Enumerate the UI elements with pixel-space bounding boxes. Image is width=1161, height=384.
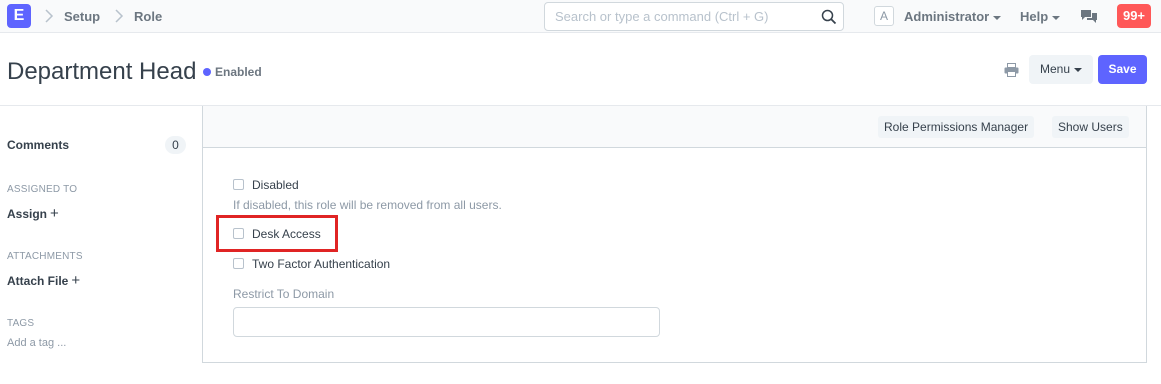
- breadcrumb-setup[interactable]: Setup: [64, 9, 100, 24]
- form-card: Role Permissions Manager Show Users Disa…: [202, 106, 1147, 363]
- restrict-to-domain-input[interactable]: [233, 307, 660, 337]
- user-dropdown[interactable]: Administrator: [904, 9, 1002, 24]
- chat-icon[interactable]: [1080, 9, 1098, 24]
- help-label: Help: [1020, 9, 1049, 24]
- attach-file-label: Attach File: [7, 274, 69, 288]
- menu-button[interactable]: Menu: [1029, 55, 1093, 84]
- highlight-box: [216, 215, 338, 252]
- avatar[interactable]: A: [874, 6, 894, 26]
- tags-label: TAGS: [7, 318, 35, 329]
- disabled-checkbox[interactable]: [233, 179, 244, 190]
- breadcrumb-role[interactable]: Role: [134, 9, 162, 24]
- plus-icon: +: [71, 272, 81, 289]
- disabled-help-text: If disabled, this role will be removed f…: [233, 198, 502, 212]
- menu-label: Menu: [1039, 62, 1071, 76]
- status-badge: Enabled: [203, 65, 262, 79]
- caret-down-icon: [1052, 15, 1061, 20]
- user-label: Administrator: [904, 9, 990, 24]
- assign-button[interactable]: Assign +: [7, 205, 59, 222]
- comments-count: 0: [165, 136, 186, 154]
- disabled-label: Disabled: [252, 178, 299, 192]
- notification-badge[interactable]: 99+: [1117, 4, 1151, 28]
- plus-icon: +: [50, 205, 59, 222]
- awesome-bar: [544, 2, 844, 31]
- navbar: E Setup Role A Administrator Help 99+: [0, 0, 1161, 33]
- attach-file-button[interactable]: Attach File +: [7, 272, 80, 289]
- app-logo[interactable]: E: [7, 4, 31, 28]
- comments-link[interactable]: Comments: [7, 138, 69, 152]
- caret-down-icon: [993, 15, 1002, 20]
- save-button[interactable]: Save: [1098, 55, 1147, 84]
- chevron-right-icon: [45, 9, 54, 23]
- role-permissions-manager-button[interactable]: Role Permissions Manager: [878, 116, 1035, 138]
- restrict-to-domain-label: Restrict To Domain: [233, 287, 335, 301]
- status-dot: [203, 68, 211, 76]
- chevron-right-icon: [115, 9, 124, 23]
- two-factor-checkbox[interactable]: [233, 258, 244, 269]
- assigned-to-label: ASSIGNED TO: [7, 184, 78, 195]
- disabled-field[interactable]: Disabled: [233, 178, 299, 192]
- form-toolbar: Role Permissions Manager Show Users: [203, 106, 1146, 148]
- attachments-label: ATTACHMENTS: [7, 251, 83, 262]
- search-icon[interactable]: [821, 9, 837, 25]
- assign-label: Assign: [7, 207, 48, 221]
- search-input[interactable]: [545, 3, 815, 30]
- add-tag-link[interactable]: Add a tag ...: [7, 337, 66, 349]
- two-factor-field[interactable]: Two Factor Authentication: [233, 257, 390, 271]
- caret-down-icon: [1074, 67, 1083, 72]
- status-label: Enabled: [215, 65, 262, 79]
- show-users-button[interactable]: Show Users: [1052, 116, 1129, 138]
- help-dropdown[interactable]: Help: [1020, 9, 1061, 24]
- printer-icon[interactable]: [1004, 63, 1019, 77]
- page-title: Department Head: [7, 58, 197, 85]
- two-factor-label: Two Factor Authentication: [252, 257, 391, 271]
